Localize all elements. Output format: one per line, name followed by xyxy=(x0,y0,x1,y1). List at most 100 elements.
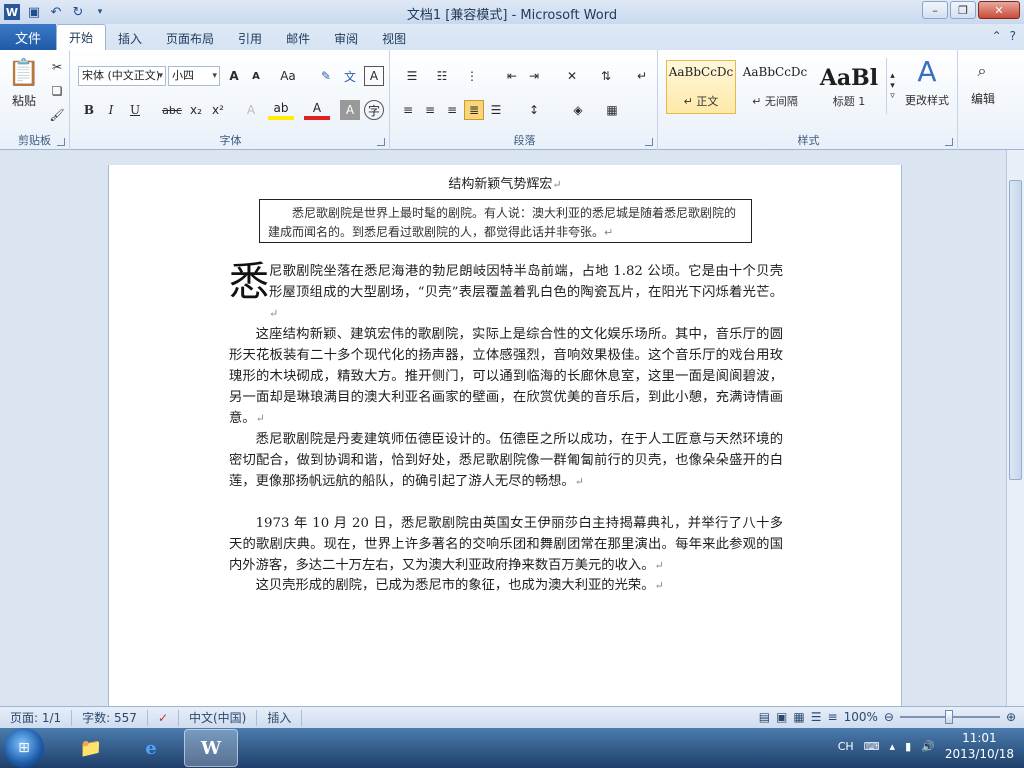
grow-font-button[interactable]: A xyxy=(224,66,244,86)
sort-icon[interactable]: ⇅ xyxy=(596,66,616,86)
strikethrough-button[interactable]: abc xyxy=(160,100,184,120)
line-spacing-icon[interactable]: ↕ xyxy=(520,100,548,120)
tab-references[interactable]: 引用 xyxy=(226,26,274,50)
zoom-slider[interactable] xyxy=(899,710,1000,724)
subscript-button[interactable]: x₂ xyxy=(186,100,206,120)
change-styles-icon[interactable]: A xyxy=(902,55,952,88)
decrease-indent-icon[interactable]: ⇤ xyxy=(502,66,522,86)
style-no-spacing[interactable]: AaBbCcDc ↵ 无间隔 xyxy=(740,60,810,114)
superscript-button[interactable]: x² xyxy=(208,100,228,120)
tab-insert[interactable]: 插入 xyxy=(106,26,154,50)
web-layout-icon[interactable]: ▦ xyxy=(793,710,804,724)
undo-icon[interactable]: ↶ xyxy=(48,4,64,20)
borders-icon[interactable]: ▦ xyxy=(598,100,626,120)
shrink-font-button[interactable]: A xyxy=(246,66,266,86)
word-taskbar-icon[interactable]: W xyxy=(184,729,238,767)
justify-icon[interactable]: ≣ xyxy=(464,100,484,120)
enclose-characters-icon[interactable]: 字 xyxy=(364,100,384,120)
tab-review[interactable]: 审阅 xyxy=(322,26,370,50)
shading-icon[interactable]: ◈ xyxy=(564,100,592,120)
heading-text: 结构新颖气势辉宏 xyxy=(448,177,553,192)
zoom-level[interactable]: 100% xyxy=(844,710,878,724)
clipboard-launcher-icon[interactable] xyxy=(57,138,65,146)
change-case-button[interactable]: Aa xyxy=(276,66,300,86)
customize-toolbar-icon[interactable]: ▾ xyxy=(92,4,108,20)
tab-file[interactable]: 文件 xyxy=(0,24,56,50)
proofing-icon[interactable]: ✓ xyxy=(148,709,179,726)
paste-button[interactable]: 粘贴 xyxy=(4,92,44,108)
styles-launcher-icon[interactable] xyxy=(945,138,953,146)
minimize-ribbon-icon[interactable]: ⌃ xyxy=(992,29,1002,43)
tab-home[interactable]: 开始 xyxy=(56,24,107,50)
multilevel-list-icon[interactable]: ⋮ xyxy=(458,66,486,86)
distributed-icon[interactable]: ☰ xyxy=(486,100,506,120)
document-page[interactable]: 结构新颖气势辉宏↵ 悉尼歌剧院是世界上最时髦的剧院。有人说：澳大利亚的悉尼城是随… xyxy=(108,165,902,706)
font-color-icon[interactable]: A xyxy=(304,100,330,120)
zoom-in-icon[interactable]: ⊕ xyxy=(1006,710,1016,724)
ime-indicator[interactable]: CH xyxy=(838,740,854,753)
tray-arrow-icon[interactable]: ▴ xyxy=(890,740,896,753)
font-size-combo[interactable]: 小四 xyxy=(168,66,220,86)
print-layout-icon[interactable]: ▤ xyxy=(759,710,770,724)
editing-button[interactable]: 编辑 xyxy=(962,90,1004,106)
style-heading-1[interactable]: AaBl 标题 1 xyxy=(814,60,884,114)
bold-button[interactable]: B xyxy=(80,100,98,120)
intro-textbox[interactable]: 悉尼歌剧院是世界上最时髦的剧院。有人说：澳大利亚的悉尼城是随着悉尼歌剧院的建成而… xyxy=(259,199,752,243)
paragraph-launcher-icon[interactable] xyxy=(645,138,653,146)
styles-scroll-icon[interactable]: ▴ ▾ ▿ xyxy=(886,58,898,114)
draft-icon[interactable]: ≡ xyxy=(828,710,838,724)
align-left-icon[interactable]: ≡ xyxy=(398,100,418,120)
highlight-color-icon[interactable]: ab xyxy=(268,100,294,120)
internet-explorer-icon[interactable]: e xyxy=(124,729,178,767)
minimize-button[interactable]: – xyxy=(922,1,948,19)
close-button[interactable]: ✕ xyxy=(978,1,1020,19)
cut-icon[interactable]: ✂ xyxy=(48,58,66,76)
outline-icon[interactable]: ☰ xyxy=(811,710,822,724)
network-icon[interactable]: ▮ xyxy=(905,740,911,753)
page-count[interactable]: 页面: 1/1 xyxy=(0,709,73,726)
start-button[interactable]: ⊞ xyxy=(4,728,44,768)
align-center-icon[interactable]: ≡ xyxy=(420,100,440,120)
text-effects-icon[interactable]: A xyxy=(240,100,262,120)
format-painter-icon[interactable]: 🖌 xyxy=(48,106,66,124)
increase-indent-icon[interactable]: ⇥ xyxy=(524,66,544,86)
underline-button[interactable]: U xyxy=(126,100,144,120)
zoom-out-icon[interactable]: ⊖ xyxy=(884,710,894,724)
change-styles-button[interactable]: 更改样式 xyxy=(898,92,956,108)
align-right-icon[interactable]: ≡ xyxy=(442,100,462,120)
italic-button[interactable]: I xyxy=(102,100,120,120)
maximize-button[interactable]: ❐ xyxy=(950,1,976,19)
font-launcher-icon[interactable] xyxy=(377,138,385,146)
character-shading-icon[interactable]: A xyxy=(340,100,360,120)
chinese-layout-icon[interactable]: ✕ xyxy=(558,66,586,86)
clock[interactable]: 11:01 2013/10/18 xyxy=(945,730,1014,762)
style-normal[interactable]: AaBbCcDc ↵ 正文 xyxy=(666,60,736,114)
word-count[interactable]: 字数: 557 xyxy=(72,709,148,726)
numbering-icon[interactable]: ☷ xyxy=(428,66,456,86)
zoom-slider-knob[interactable] xyxy=(944,710,953,724)
insert-mode[interactable]: 插入 xyxy=(257,709,303,726)
copy-icon[interactable]: ❏ xyxy=(48,82,66,100)
word-app-icon[interactable]: W xyxy=(4,4,20,20)
scrollbar-thumb[interactable] xyxy=(1009,180,1022,480)
keyboard-icon[interactable]: ⌨ xyxy=(864,740,880,753)
tab-page-layout[interactable]: 页面布局 xyxy=(154,26,226,50)
vertical-scrollbar[interactable] xyxy=(1006,150,1024,706)
redo-icon[interactable]: ↻ xyxy=(70,4,86,20)
save-icon[interactable]: ▣ xyxy=(26,4,42,20)
clear-format-icon[interactable]: ✎ xyxy=(316,66,336,86)
show-marks-icon[interactable]: ↵ xyxy=(632,66,652,86)
phonetic-guide-icon[interactable]: 文 xyxy=(340,66,360,86)
help-icon[interactable]: ? xyxy=(1010,29,1016,43)
full-screen-icon[interactable]: ▣ xyxy=(776,710,787,724)
bullets-icon[interactable]: ☰ xyxy=(398,66,426,86)
paste-icon[interactable]: 📋 xyxy=(8,56,40,90)
tab-mailings[interactable]: 邮件 xyxy=(274,26,322,50)
binoculars-icon[interactable]: ⌕ xyxy=(970,60,994,82)
tab-view[interactable]: 视图 xyxy=(370,26,418,50)
character-border-icon[interactable]: A xyxy=(364,66,384,86)
volume-icon[interactable]: 🔊 xyxy=(921,740,935,753)
font-name-combo[interactable]: 宋体 (中文正文) xyxy=(78,66,166,86)
language-status[interactable]: 中文(中国) xyxy=(179,709,258,726)
explorer-icon[interactable]: 📁 xyxy=(64,729,118,767)
